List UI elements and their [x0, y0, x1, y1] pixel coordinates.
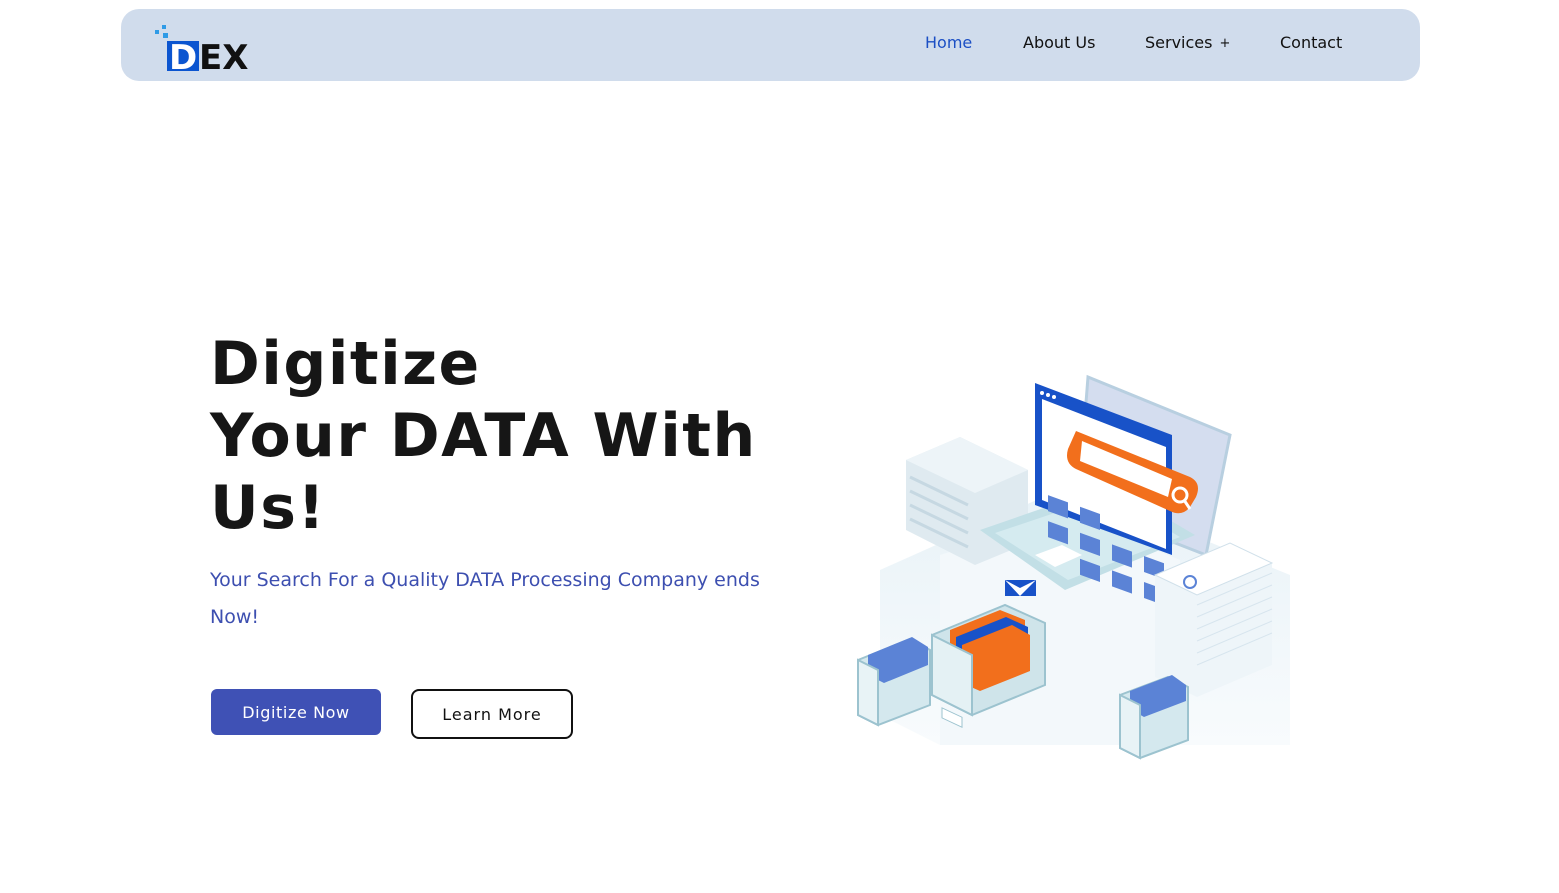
learn-more-button[interactable]: Learn More — [411, 689, 573, 739]
main-nav: Home About Us Services + Contact — [121, 9, 1420, 81]
top-navbar: D EX Home About Us Services + Contact — [121, 9, 1420, 81]
hero-title: Digitize Your DATA With Us! — [210, 328, 770, 544]
nav-home[interactable]: Home — [925, 33, 972, 52]
hero-title-line-1: Digitize — [210, 329, 481, 399]
plus-icon[interactable]: + — [1219, 36, 1230, 51]
hero-title-line-2: Your DATA With — [210, 401, 757, 471]
nav-home-label: Home — [925, 33, 973, 52]
hero-title-line-3: Us! — [210, 473, 327, 543]
data-digitization-illustration — [857, 374, 1290, 760]
nav-services-label: Services — [1145, 33, 1213, 52]
nav-about-us[interactable]: About Us — [1023, 33, 1095, 52]
nav-about-us-label: About Us — [1023, 33, 1096, 52]
nav-contact[interactable]: Contact — [1280, 33, 1342, 52]
digitize-now-button[interactable]: Digitize Now — [211, 689, 381, 735]
nav-services[interactable]: Services + — [1145, 33, 1230, 52]
nav-contact-label: Contact — [1280, 33, 1343, 52]
hero-subtitle: Your Search For a Quality DATA Processin… — [210, 569, 760, 628]
